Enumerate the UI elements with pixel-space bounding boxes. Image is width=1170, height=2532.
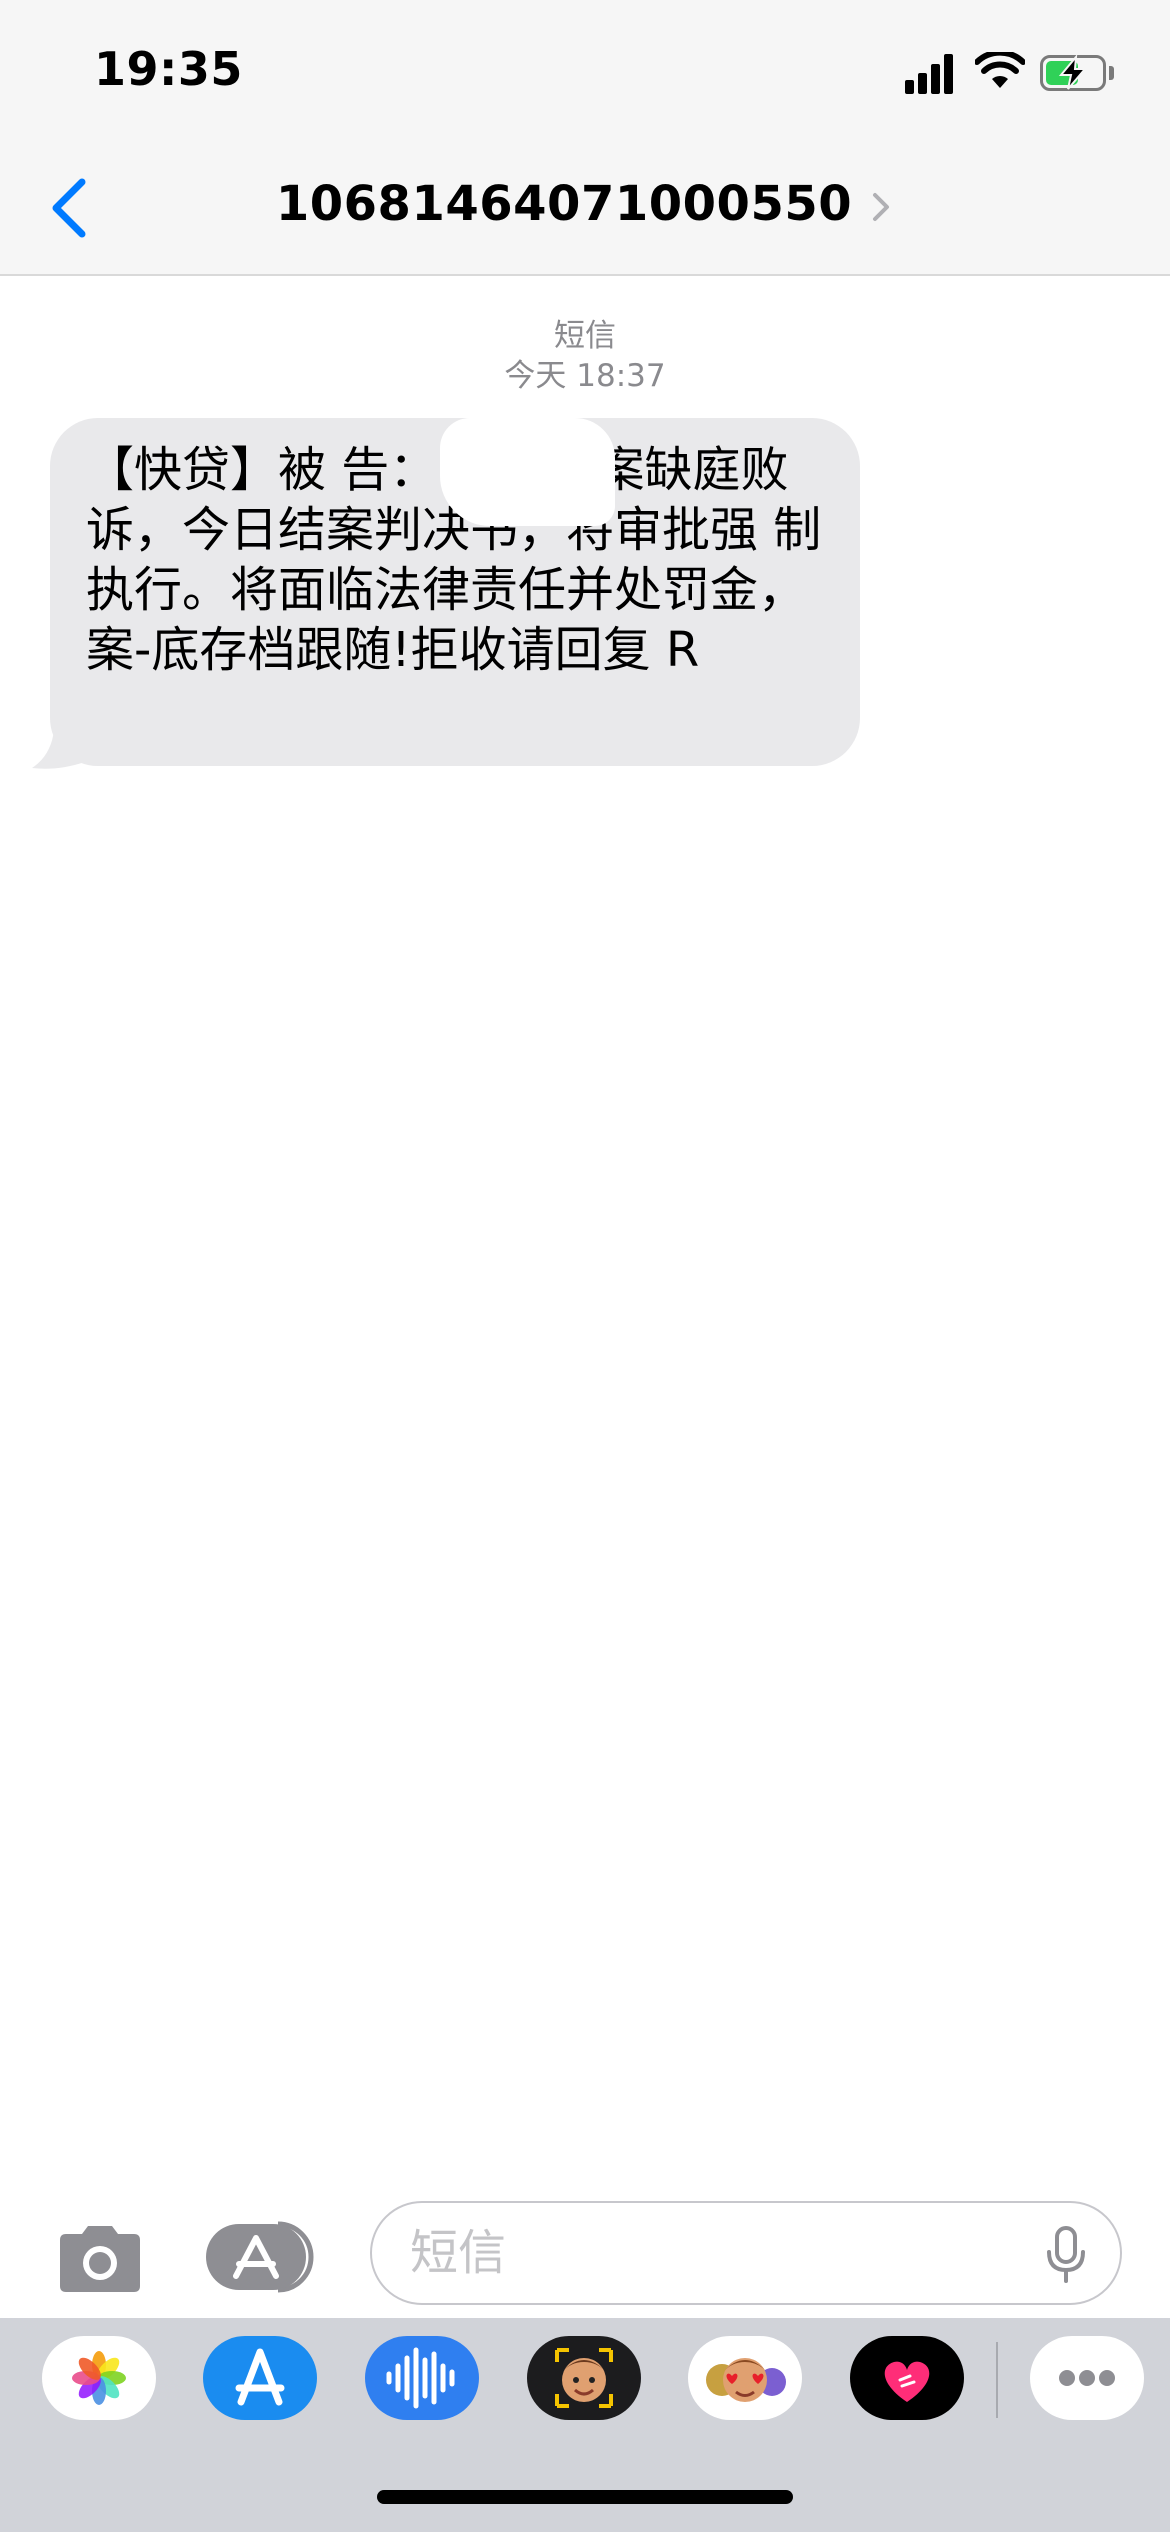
heart-eyes-face-icon <box>706 2358 786 2402</box>
app-store-icon[interactable] <box>203 2336 317 2420</box>
digital-touch-icon[interactable] <box>850 2336 964 2420</box>
status-time: 19:35 <box>94 42 243 96</box>
service-label: 短信 <box>554 318 616 354</box>
more-icon[interactable] <box>1030 2336 1144 2420</box>
memoji-stickers-icon[interactable] <box>688 2336 802 2420</box>
redaction-mark <box>440 418 615 526</box>
heart-touch-icon <box>884 2361 930 2402</box>
chevron-right-icon <box>873 193 890 221</box>
messages-screen: 19:35 10681464071000550 短信 今天 18:37 【快贷】… <box>0 0 1170 2532</box>
waveform-icon <box>386 2347 455 2409</box>
memoji-icon[interactable] <box>527 2336 641 2420</box>
photos-icon[interactable] <box>42 2336 156 2420</box>
ellipsis-icon <box>1059 2370 1115 2386</box>
app-store-toggle-icon[interactable] <box>206 2218 320 2296</box>
photos-flower-icon <box>72 2351 126 2405</box>
camera-icon[interactable] <box>54 2222 146 2294</box>
message-timestamp: 今天 18:37 <box>504 358 666 394</box>
battery-cap <box>1109 66 1114 80</box>
memoji-face-icon <box>555 2348 613 2408</box>
message-input[interactable] <box>370 2201 1122 2305</box>
contact-number: 10681464071000550 <box>275 176 853 232</box>
audio-message-icon[interactable] <box>365 2336 479 2420</box>
charging-bolt-icon <box>1058 55 1088 90</box>
navigation-header: 19:35 10681464071000550 <box>0 0 1170 276</box>
strip-divider <box>996 2342 998 2418</box>
contact-title[interactable]: 10681464071000550 <box>0 176 1170 232</box>
home-indicator[interactable] <box>377 2490 793 2504</box>
cellular-signal-icon <box>905 52 961 94</box>
app-store-glyph <box>235 2348 285 2406</box>
microphone-icon[interactable] <box>1043 2226 1089 2284</box>
wifi-icon <box>975 52 1025 88</box>
